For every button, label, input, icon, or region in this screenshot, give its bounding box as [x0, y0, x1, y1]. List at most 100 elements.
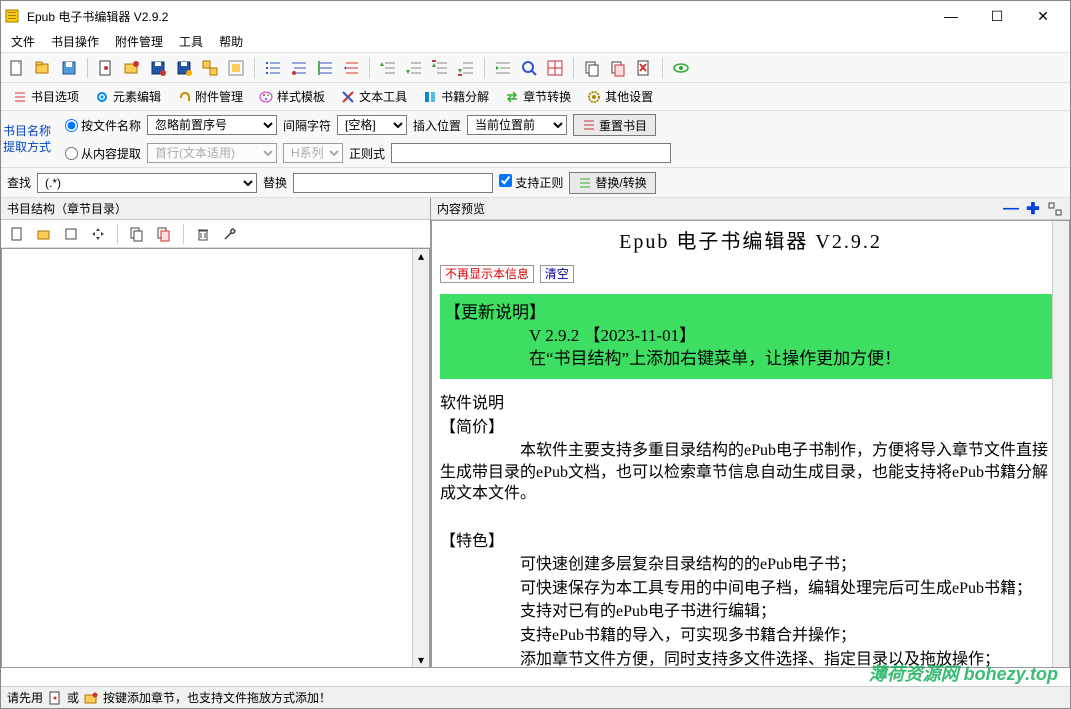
- preview-title: Epub 电子书编辑器 V2.9.2: [440, 229, 1061, 256]
- main-toolbar: [1, 53, 1070, 83]
- tb-savedisk1[interactable]: [146, 56, 170, 80]
- tb-open[interactable]: [31, 56, 55, 80]
- tb-savedisk2[interactable]: [172, 56, 196, 80]
- tb-up[interactable]: [376, 56, 400, 80]
- tb-5[interactable]: [120, 56, 144, 80]
- tb-4[interactable]: [94, 56, 118, 80]
- options-side-label: 书目名称 提取方式: [1, 111, 61, 167]
- find-combo[interactable]: (.*): [37, 173, 257, 193]
- expand-button[interactable]: ✚: [1024, 200, 1042, 218]
- close-button[interactable]: ✕: [1020, 1, 1066, 31]
- label-regex: 正则式: [349, 145, 385, 162]
- tree-scrollbar[interactable]: ▴ ▾: [412, 249, 429, 667]
- regex-input[interactable]: [391, 143, 671, 163]
- tb-copy[interactable]: [580, 56, 604, 80]
- tb-bottom[interactable]: [454, 56, 478, 80]
- select-ignore-prefix[interactable]: 忽略前置序号: [147, 115, 277, 135]
- tab-catalog-options[interactable]: 书目选项: [7, 86, 85, 107]
- menu-bar: 文件 书目操作 附件管理 工具 帮助: [1, 31, 1070, 53]
- lt-copy2[interactable]: [152, 222, 176, 246]
- menu-catalog[interactable]: 书目操作: [43, 31, 107, 52]
- radio-from-content[interactable]: 从内容提取: [65, 145, 141, 162]
- tab-book-split[interactable]: 书籍分解: [417, 86, 495, 107]
- split-icon: [423, 90, 437, 104]
- select-insert-pos[interactable]: 当前位置前: [467, 115, 567, 135]
- clip-icon: [177, 90, 191, 104]
- lt-open[interactable]: [32, 222, 56, 246]
- lt-trash[interactable]: [191, 222, 215, 246]
- status-text-3: 按键添加章节，也支持文件拖放方式添加！: [103, 689, 331, 706]
- menu-file[interactable]: 文件: [3, 31, 43, 52]
- label-find: 查找: [7, 174, 31, 191]
- tb-9[interactable]: [224, 56, 248, 80]
- label-separator: 间隔字符: [283, 117, 331, 134]
- regex-checkbox[interactable]: 支持正则: [499, 174, 563, 191]
- left-toolbar: [1, 220, 430, 248]
- window-title: Epub 电子书编辑器 V2.9.2: [27, 8, 928, 25]
- tab-text-tools[interactable]: 文本工具: [335, 86, 413, 107]
- tb-del[interactable]: [632, 56, 656, 80]
- find-replace-bar: 查找 (.*) 替换 支持正则 替换/转换: [1, 168, 1070, 198]
- replace-button[interactable]: 替换/转换: [569, 172, 655, 194]
- replace-input[interactable]: [293, 173, 493, 193]
- link-clear[interactable]: 清空: [540, 265, 574, 283]
- maximize-button[interactable]: ☐: [974, 1, 1020, 31]
- lt-blank[interactable]: [59, 222, 83, 246]
- tb-8[interactable]: [198, 56, 222, 80]
- scroll-up-icon[interactable]: ▴: [418, 249, 424, 263]
- tb-table[interactable]: [543, 56, 567, 80]
- lt-wrench[interactable]: [218, 222, 242, 246]
- preview-body: 软件说明 【简价】 本软件主要支持多重目录结构的ePub电子书制作，方便将导入章…: [440, 393, 1061, 668]
- status-text-1: 请先用: [7, 689, 43, 706]
- tb-new[interactable]: [5, 56, 29, 80]
- lt-move[interactable]: [86, 222, 110, 246]
- select-separator[interactable]: [空格]: [337, 115, 407, 135]
- tab-attachment[interactable]: 附件管理: [171, 86, 249, 107]
- menu-help[interactable]: 帮助: [211, 31, 251, 52]
- tab-other-settings[interactable]: 其他设置: [581, 86, 659, 107]
- tb-top[interactable]: [428, 56, 452, 80]
- tb-list3[interactable]: [313, 56, 337, 80]
- status-bar: 请先用 或 按键添加章节，也支持文件拖放方式添加！: [1, 686, 1070, 708]
- link-hide-info[interactable]: 不再显示本信息: [440, 265, 534, 283]
- tab-toolbar: 书目选项 元素编辑 附件管理 样式模板 文本工具 书籍分解 章节转换 其他设置: [1, 83, 1070, 111]
- right-pane: 内容预览 — ✚ Epub 电子书编辑器 V2.9.2 不再显示本信息 清空 【…: [431, 198, 1070, 668]
- label-replace: 替换: [263, 174, 287, 191]
- preview-area: Epub 电子书编辑器 V2.9.2 不再显示本信息 清空 【更新说明】 V 2…: [431, 220, 1070, 668]
- tb-search[interactable]: [517, 56, 541, 80]
- right-header-title: 内容预览: [437, 200, 998, 217]
- tb-list1[interactable]: [261, 56, 285, 80]
- lt-new[interactable]: [5, 222, 29, 246]
- tree-area[interactable]: ▴ ▾: [1, 248, 430, 668]
- tab-element-edit[interactable]: 元素编辑: [89, 86, 167, 107]
- popout-button[interactable]: [1046, 200, 1064, 218]
- minimize-button[interactable]: —: [928, 1, 974, 31]
- tb-list4[interactable]: [339, 56, 363, 80]
- preview-scrollbar[interactable]: [1052, 221, 1069, 667]
- right-pane-header: 内容预览 — ✚: [431, 198, 1070, 220]
- tb-down[interactable]: [402, 56, 426, 80]
- tb-copyred[interactable]: [606, 56, 630, 80]
- tb-indent[interactable]: [491, 56, 515, 80]
- convert-icon: [505, 90, 519, 104]
- tb-list2[interactable]: [287, 56, 311, 80]
- lt-copy1[interactable]: [125, 222, 149, 246]
- menu-tools[interactable]: 工具: [171, 31, 211, 52]
- preview-links: 不再显示本信息 清空: [440, 264, 1061, 284]
- update-highlight: 【更新说明】 V 2.9.2 【2023-11-01】 在“书目结构”上添加右键…: [440, 294, 1061, 379]
- main-area: 书目结构（章节目录） ▴ ▾ 内容预览 — ✚: [1, 198, 1070, 668]
- reset-catalog-button[interactable]: 重置书目: [573, 114, 656, 136]
- tab-style-template[interactable]: 样式模板: [253, 86, 331, 107]
- left-pane-header: 书目结构（章节目录）: [1, 198, 430, 220]
- menu-attach[interactable]: 附件管理: [107, 31, 171, 52]
- collapse-button[interactable]: —: [1002, 200, 1020, 218]
- options-panel: 书目名称 提取方式 按文件名称 忽略前置序号 间隔字符 [空格] 插入位置 当前…: [1, 111, 1070, 168]
- tb-save[interactable]: [57, 56, 81, 80]
- palette-icon: [259, 90, 273, 104]
- scroll-down-icon[interactable]: ▾: [418, 653, 424, 667]
- radio-by-filename[interactable]: 按文件名称: [65, 117, 141, 134]
- label-insert-pos: 插入位置: [413, 117, 461, 134]
- tb-eye[interactable]: [669, 56, 693, 80]
- tab-chapter-convert[interactable]: 章节转换: [499, 86, 577, 107]
- title-bar: Epub 电子书编辑器 V2.9.2 — ☐ ✕: [1, 1, 1070, 31]
